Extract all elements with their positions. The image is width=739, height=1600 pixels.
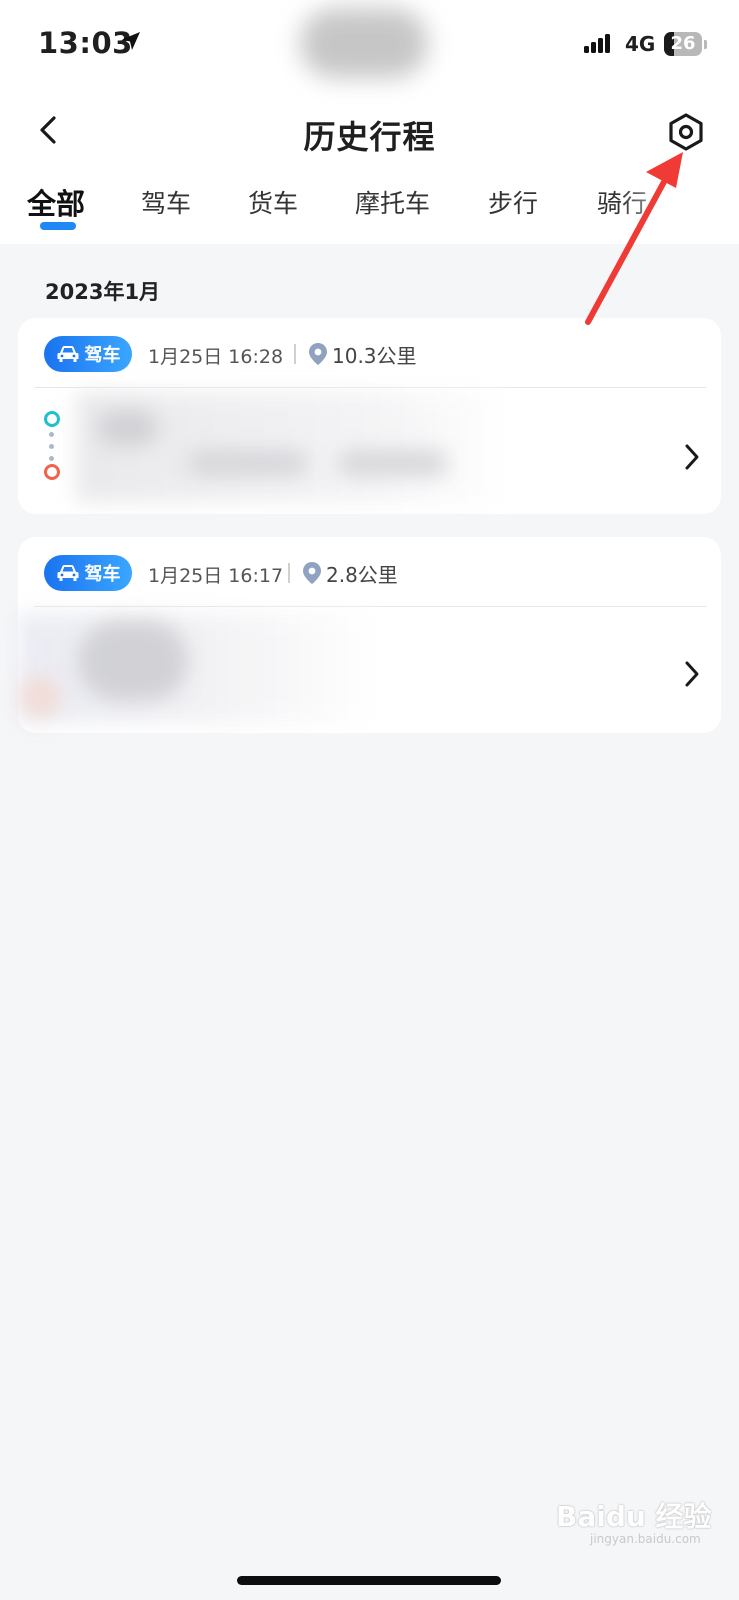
route-end-dot — [44, 464, 60, 480]
tab-walk[interactable]: 步行 — [488, 184, 538, 220]
chevron-right-icon — [685, 661, 699, 687]
car-icon — [57, 565, 78, 581]
tab-all[interactable]: 全部 — [27, 181, 85, 223]
blurred-route-text — [78, 621, 188, 701]
trip-card-header: 驾车 1月25日 16:28 10.3公里 — [18, 318, 721, 388]
tab-truck[interactable]: 货车 — [248, 184, 298, 220]
route-start-dot — [44, 411, 60, 427]
car-icon — [57, 346, 78, 362]
tab-motorcycle[interactable]: 摩托车 — [355, 184, 430, 220]
tabs-fade-overlay — [620, 178, 739, 240]
trip-mode-badge: 驾车 — [44, 555, 132, 591]
card-divider — [34, 606, 706, 607]
tab-drive[interactable]: 驾车 — [141, 184, 191, 220]
header-separator — [294, 344, 296, 364]
trip-mode-label: 驾车 — [84, 564, 121, 585]
status-time: 13:03 — [38, 26, 133, 60]
location-arrow-icon — [122, 32, 140, 50]
route-dot — [49, 444, 54, 449]
blurred-notch — [300, 8, 428, 78]
map-pin-icon — [309, 343, 327, 365]
watermark-logo: Baidu 经验 — [556, 1500, 712, 1533]
trip-card[interactable]: 驾车 1月25日 16:28 10.3公里 — [18, 318, 721, 514]
route-dot — [49, 456, 54, 461]
blurred-route-text — [20, 677, 60, 717]
page-title: 历史行程 — [303, 118, 436, 156]
trip-mode-badge: 驾车 — [44, 336, 132, 372]
blurred-route-text — [98, 410, 158, 446]
route-dot — [49, 432, 54, 437]
signal-icon — [584, 34, 610, 53]
map-pin-icon — [303, 562, 321, 584]
battery-icon: 26 — [664, 32, 702, 56]
settings-button[interactable] — [664, 110, 708, 154]
blurred-route-text — [188, 450, 308, 476]
status-bar: 13:03 4G 26 — [0, 0, 739, 80]
trip-mode-label: 驾车 — [84, 345, 121, 366]
battery-cap — [704, 40, 707, 49]
blurred-route-text — [18, 613, 378, 723]
network-type: 4G — [625, 32, 656, 56]
trip-distance: 10.3公里 — [332, 344, 417, 368]
mode-tabs: 全部 驾车 货车 摩托车 步行 骑行 — [0, 178, 739, 240]
blurred-route-text — [76, 392, 506, 502]
trip-distance: 2.8公里 — [326, 563, 398, 587]
settings-hexagon-icon — [669, 113, 703, 151]
card-divider — [34, 387, 706, 388]
trip-datetime: 1月25日 16:17 — [148, 565, 284, 587]
trip-card-header: 驾车 1月25日 16:17 2.8公里 — [18, 537, 721, 607]
nav-bar: 历史行程 — [0, 100, 739, 164]
trip-card[interactable]: 驾车 1月25日 16:17 2.8公里 — [18, 537, 721, 733]
trip-datetime: 1月25日 16:28 — [148, 346, 284, 368]
home-indicator — [237, 1576, 501, 1585]
blurred-route-text — [338, 450, 448, 476]
battery-level: 26 — [670, 33, 696, 54]
month-header: 2023年1月 — [45, 280, 161, 304]
chevron-right-icon — [685, 444, 699, 470]
header-separator — [288, 563, 290, 583]
tab-active-indicator — [40, 222, 76, 230]
watermark-url: jingyan.baidu.com — [590, 1532, 701, 1546]
